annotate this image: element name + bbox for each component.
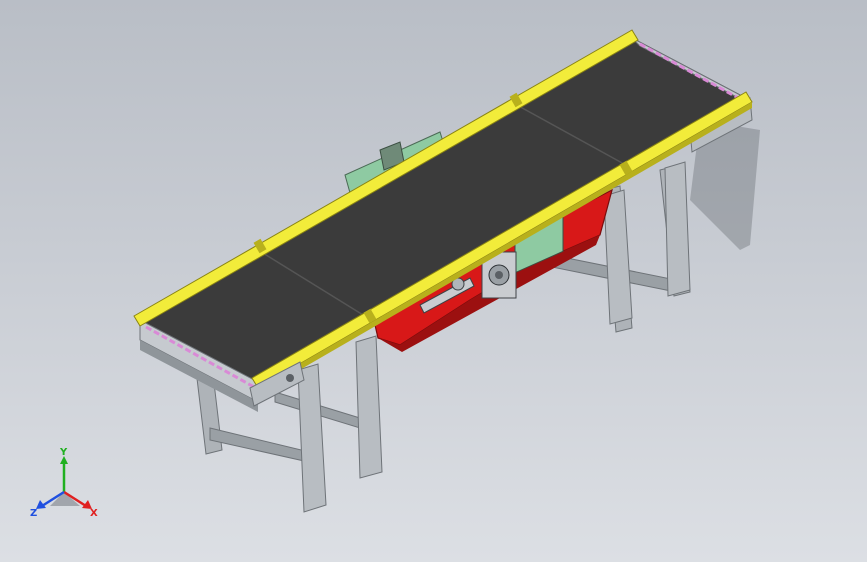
axis-z-label: Z (30, 508, 37, 519)
axis-y-icon (60, 456, 68, 492)
axis-x-label: X (90, 508, 98, 519)
orientation-triad[interactable]: Y X Z (28, 448, 100, 520)
axis-y-label: Y (59, 448, 68, 458)
cad-viewport[interactable] (0, 0, 867, 562)
tail-bearing-bolt (286, 374, 294, 382)
